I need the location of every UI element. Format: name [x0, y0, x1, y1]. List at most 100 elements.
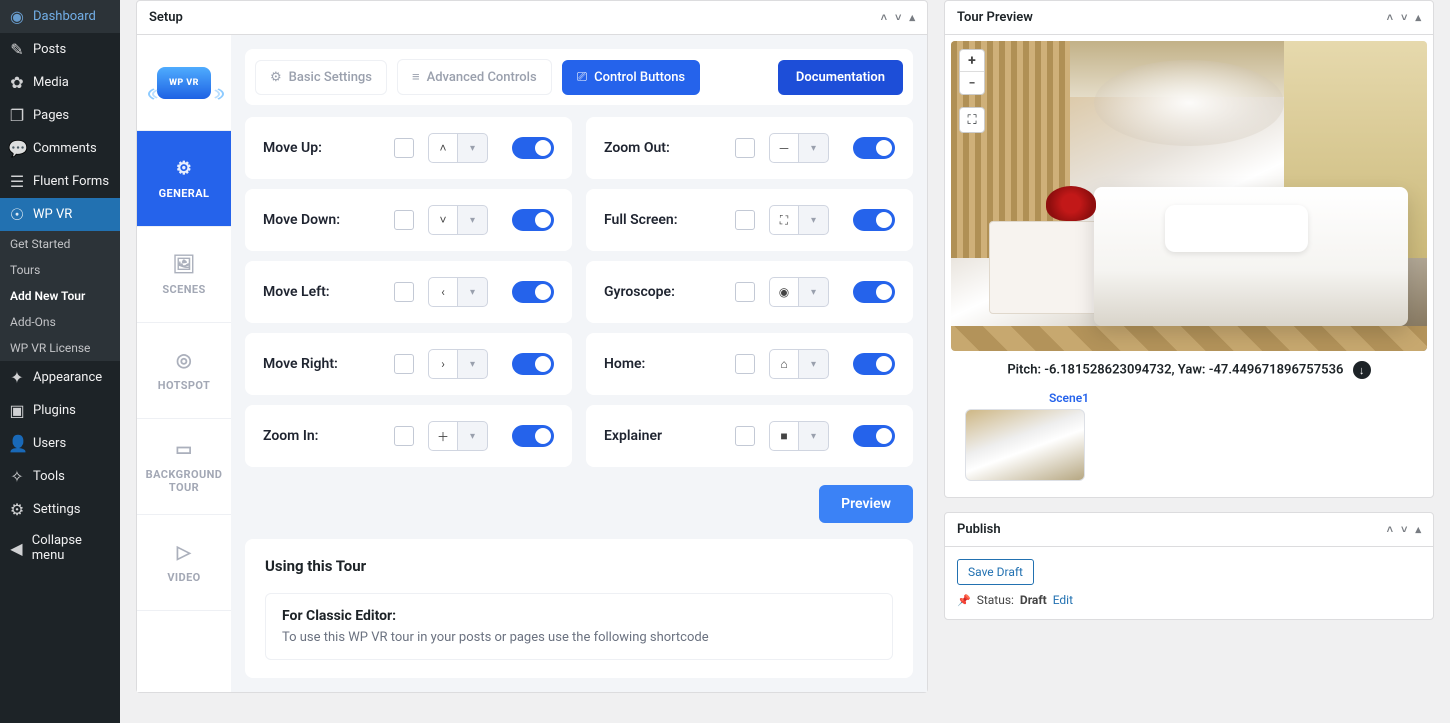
iconpick-moveup[interactable]: ˄	[428, 133, 458, 163]
sidebar-item-media[interactable]: ✿Media	[0, 66, 120, 99]
panel-toggle-icon[interactable]: ▴	[1415, 11, 1421, 24]
toggle-gyroscope[interactable]	[853, 281, 895, 303]
documentation-button[interactable]: Documentation	[778, 60, 903, 95]
iconpick-dropdown[interactable]: ▾	[799, 205, 829, 235]
sidebar-item-wpvr[interactable]: ☉WP VR	[0, 198, 120, 231]
iconpick-dropdown[interactable]: ▾	[799, 421, 829, 451]
vtab-background-tour[interactable]: ▭BACKGROUND TOUR	[137, 419, 231, 515]
sidebar-item-pages[interactable]: ❐Pages	[0, 99, 120, 132]
checkbox-zoomout[interactable]	[735, 138, 755, 158]
vtab-video[interactable]: ▷VIDEO	[137, 515, 231, 611]
iconpick-movedown[interactable]: ˅	[428, 205, 458, 235]
checkbox-movedown[interactable]	[394, 210, 414, 230]
scene-thumbnail[interactable]	[965, 409, 1085, 481]
fullscreen-control[interactable]: ⛶	[959, 107, 985, 133]
sidebar-item-settings[interactable]: ⚙Settings	[0, 493, 120, 526]
vtab-label: BACKGROUND TOUR	[141, 468, 227, 494]
scene-thumb-label[interactable]: Scene1	[1009, 391, 1129, 405]
toggle-zoomout[interactable]	[853, 137, 895, 159]
edit-status-link[interactable]: Edit	[1053, 593, 1073, 607]
iconpick-dropdown[interactable]: ▾	[458, 349, 488, 379]
toggle-home[interactable]	[853, 353, 895, 375]
toggle-movedown[interactable]	[512, 209, 554, 231]
wrench-icon: ✧	[8, 467, 26, 486]
using-title: Using this Tour	[265, 557, 893, 575]
sidebar-item-plugins[interactable]: ▣Plugins	[0, 394, 120, 427]
checkbox-gyroscope[interactable]	[735, 282, 755, 302]
pitch-yaw-readout: Pitch: -6.181528623094732, Yaw: -47.4496…	[1007, 362, 1343, 377]
sidebar-label: Collapse menu	[32, 533, 112, 563]
panel-up-icon[interactable]: ˄	[1387, 523, 1393, 536]
iconpick-zoomin[interactable]: ＋	[428, 421, 458, 451]
panel-down-icon[interactable]: ˅	[895, 11, 901, 24]
iconpick-dropdown[interactable]: ▾	[799, 277, 829, 307]
iconpick-dropdown[interactable]: ▾	[458, 421, 488, 451]
iconpick-explainer[interactable]: ■	[769, 421, 799, 451]
submenu-get-started[interactable]: Get Started	[0, 231, 120, 257]
image-icon: 🖼	[172, 254, 195, 275]
checkbox-moveright[interactable]	[394, 354, 414, 374]
iconpick-dropdown[interactable]: ▾	[458, 205, 488, 235]
sidebar-item-tools[interactable]: ✧Tools	[0, 460, 120, 493]
tour-viewport[interactable]: + − ⛶	[951, 41, 1427, 351]
subtab-basic-settings[interactable]: ⚙Basic Settings	[255, 60, 387, 95]
checkbox-home[interactable]	[735, 354, 755, 374]
checkbox-moveleft[interactable]	[394, 282, 414, 302]
iconpick-moveright[interactable]: ›	[428, 349, 458, 379]
tour-preview-panel: Tour Preview ˄ ˅ ▴	[944, 0, 1434, 498]
iconpick-dropdown[interactable]: ▾	[458, 277, 488, 307]
toggle-moveright[interactable]	[512, 353, 554, 375]
submenu-addons[interactable]: Add-Ons	[0, 309, 120, 335]
iconpick-dropdown[interactable]: ▾	[458, 133, 488, 163]
sidebar-item-users[interactable]: 👤Users	[0, 427, 120, 460]
checkbox-zoomin[interactable]	[394, 426, 414, 446]
toggle-moveleft[interactable]	[512, 281, 554, 303]
vtab-general[interactable]: ⚙GENERAL	[137, 131, 231, 227]
vtab-hotspot[interactable]: ◎HOTSPOT	[137, 323, 231, 419]
preview-button[interactable]: Preview	[819, 485, 913, 523]
sidebar-item-dashboard[interactable]: ◉Dashboard	[0, 0, 120, 33]
submenu-add-new-tour[interactable]: Add New Tour	[0, 283, 120, 309]
iconpick-dropdown[interactable]: ▾	[799, 133, 829, 163]
checkbox-fullscreen[interactable]	[735, 210, 755, 230]
panel-toggle-icon[interactable]: ▴	[909, 11, 915, 24]
toggle-explainer[interactable]	[853, 425, 895, 447]
setup-title: Setup	[149, 10, 183, 25]
panel-toggle-icon[interactable]: ▴	[1415, 523, 1421, 536]
panel-down-icon[interactable]: ˅	[1401, 11, 1407, 24]
sidebar-item-comments[interactable]: 💬Comments	[0, 132, 120, 165]
submenu-license[interactable]: WP VR License	[0, 335, 120, 361]
sliders-icon: ≡	[412, 69, 420, 85]
sidebar-item-fluent-forms[interactable]: ☰Fluent Forms	[0, 165, 120, 198]
toggle-fullscreen[interactable]	[853, 209, 895, 231]
toggle-zoomin[interactable]	[512, 425, 554, 447]
iconpick-home[interactable]: ⌂	[769, 349, 799, 379]
sidebar-item-collapse[interactable]: ◀Collapse menu	[0, 526, 120, 570]
sidebar-item-appearance[interactable]: ✦Appearance	[0, 361, 120, 394]
zoom-out-control[interactable]: −	[960, 72, 984, 94]
sidebar-label: Plugins	[33, 403, 76, 418]
panel-up-icon[interactable]: ˄	[881, 11, 887, 24]
panel-up-icon[interactable]: ˄	[1387, 11, 1393, 24]
subtab-control-buttons[interactable]: ⎚Control Buttons	[562, 60, 700, 95]
checkbox-moveup[interactable]	[394, 138, 414, 158]
iconpick-zoomout[interactable]: －	[769, 133, 799, 163]
iconpick-fullscreen[interactable]: ⛶	[769, 205, 799, 235]
control-label-zoomin: Zoom In:	[263, 428, 394, 444]
iconpick-dropdown[interactable]: ▾	[799, 349, 829, 379]
checkbox-explainer[interactable]	[735, 426, 755, 446]
download-icon[interactable]: ↓	[1353, 361, 1371, 379]
sidebar-item-posts[interactable]: ✎Posts	[0, 33, 120, 66]
zoom-in-control[interactable]: +	[960, 50, 984, 72]
toggle-moveup[interactable]	[512, 137, 554, 159]
submenu-tours[interactable]: Tours	[0, 257, 120, 283]
sidebar-label: Comments	[33, 141, 97, 156]
iconpick-moveleft[interactable]: ‹	[428, 277, 458, 307]
subtab-advanced-controls[interactable]: ≡Advanced Controls	[397, 59, 552, 95]
iconpick-gyroscope[interactable]: ◉	[769, 277, 799, 307]
media-icon: ✿	[8, 73, 26, 92]
save-draft-button[interactable]: Save Draft	[957, 559, 1034, 585]
sidebar-label: Users	[33, 436, 66, 451]
panel-down-icon[interactable]: ˅	[1401, 523, 1407, 536]
vtab-scenes[interactable]: 🖼SCENES	[137, 227, 231, 323]
